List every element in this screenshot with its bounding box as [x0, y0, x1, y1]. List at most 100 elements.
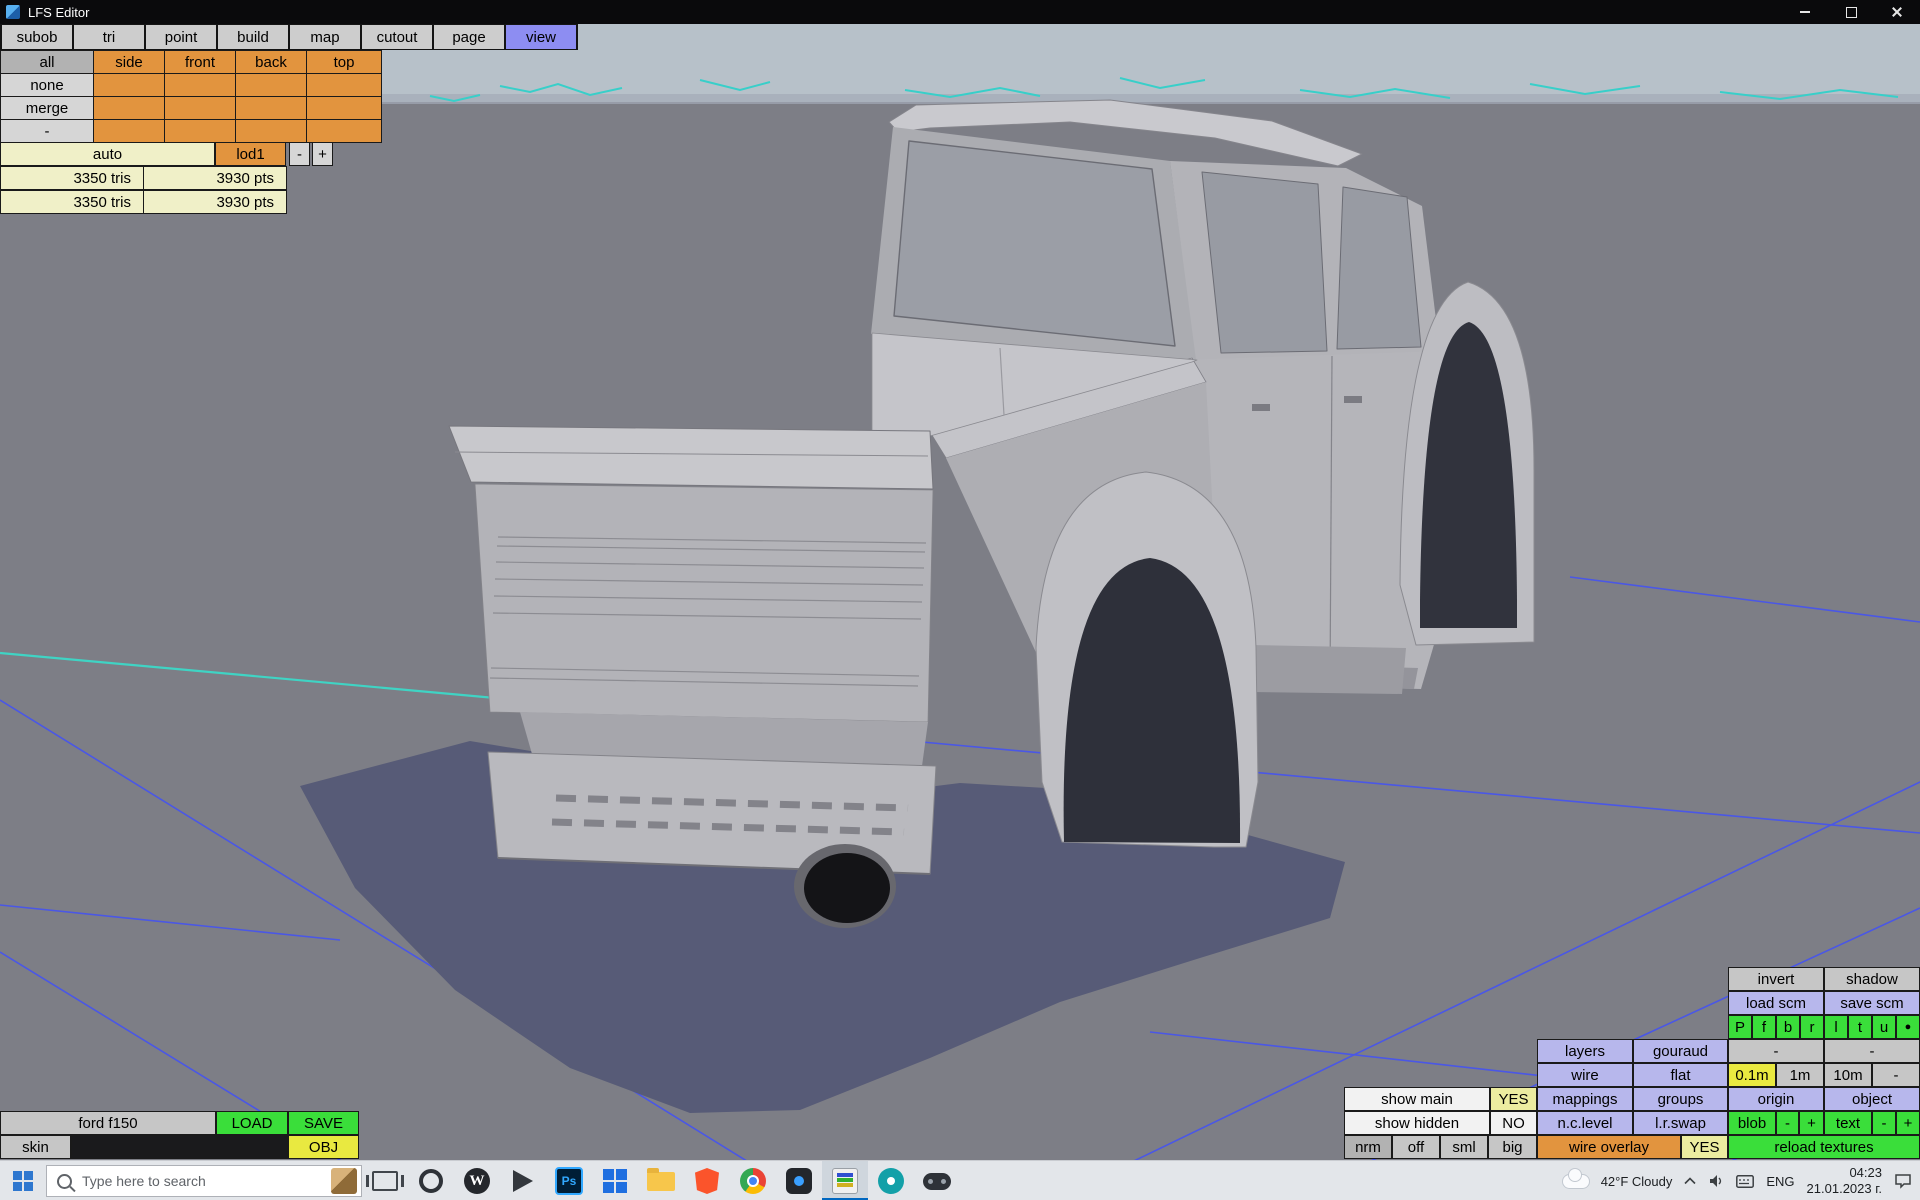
show-main-button[interactable]: show main	[1344, 1087, 1490, 1111]
taskbar-app-brave[interactable]	[684, 1161, 730, 1200]
lr-swap-button[interactable]: l.r.swap	[1633, 1111, 1728, 1135]
task-view-button[interactable]	[362, 1161, 408, 1200]
origin-button[interactable]: origin	[1728, 1087, 1824, 1111]
lod-minus-button[interactable]: -	[289, 142, 310, 166]
tab-page[interactable]: page	[434, 25, 504, 49]
big-button[interactable]: big	[1488, 1135, 1537, 1159]
mappings-button[interactable]: mappings	[1537, 1087, 1633, 1111]
text-button[interactable]: text	[1824, 1111, 1872, 1135]
nc-level-button[interactable]: n.c.level	[1537, 1111, 1633, 1135]
taskbar-app-tiles[interactable]	[592, 1161, 638, 1200]
lod-auto-button[interactable]: auto	[0, 142, 215, 166]
view-grid-cell[interactable]	[235, 96, 307, 120]
flat-button[interactable]: flat	[1633, 1063, 1728, 1087]
maximize-button[interactable]	[1828, 0, 1874, 24]
view-merge-button[interactable]: merge	[0, 96, 94, 120]
scm-u-button[interactable]: u	[1872, 1015, 1896, 1039]
tab-cutout[interactable]: cutout	[362, 25, 432, 49]
tab-map[interactable]: map	[290, 25, 360, 49]
wire-button[interactable]: wire	[1537, 1063, 1633, 1087]
layers-button[interactable]: layers	[1537, 1039, 1633, 1063]
scm-r-button[interactable]: r	[1800, 1015, 1824, 1039]
weather-text[interactable]: 42°F Cloudy	[1601, 1174, 1673, 1189]
grid-01m-button[interactable]: 0.1m	[1728, 1063, 1776, 1087]
tray-chevron-up-icon[interactable]	[1684, 1177, 1696, 1185]
view-back-button[interactable]: back	[235, 50, 307, 74]
tab-view[interactable]: view	[506, 25, 576, 49]
show-hidden-button[interactable]: show hidden	[1344, 1111, 1490, 1135]
notification-center-icon[interactable]	[1894, 1173, 1912, 1189]
shadow-button[interactable]: shadow	[1824, 967, 1920, 991]
view-top-button[interactable]: top	[306, 50, 382, 74]
grid-dash-button[interactable]: -	[1872, 1063, 1920, 1087]
view-grid-cell[interactable]	[306, 96, 382, 120]
scm-f-button[interactable]: f	[1752, 1015, 1776, 1039]
layers-dash-button[interactable]: -	[1824, 1039, 1920, 1063]
taskbar-app-gamepad[interactable]	[914, 1161, 960, 1200]
grid-10m-button[interactable]: 10m	[1824, 1063, 1872, 1087]
sml-button[interactable]: sml	[1440, 1135, 1488, 1159]
show-hidden-value[interactable]: NO	[1490, 1111, 1537, 1135]
wire-overlay-button[interactable]: wire overlay	[1537, 1135, 1681, 1159]
scm-b-button[interactable]: b	[1776, 1015, 1800, 1039]
volume-icon[interactable]	[1708, 1173, 1724, 1189]
tab-point[interactable]: point	[146, 25, 216, 49]
save-button[interactable]: SAVE	[288, 1111, 359, 1135]
taskbar-app-lfs-editor[interactable]	[822, 1161, 868, 1200]
touch-keyboard-icon[interactable]	[1736, 1174, 1754, 1188]
scm-t-button[interactable]: t	[1848, 1015, 1872, 1039]
off-button[interactable]: off	[1392, 1135, 1440, 1159]
taskbar-app-w[interactable]: W	[454, 1161, 500, 1200]
tab-build[interactable]: build	[218, 25, 288, 49]
object-button[interactable]: object	[1824, 1087, 1920, 1111]
scm-p-button[interactable]: P	[1728, 1015, 1752, 1039]
view-front-button[interactable]: front	[164, 50, 236, 74]
scm-dot-button[interactable]: ●	[1896, 1015, 1920, 1039]
view-grid-cell[interactable]	[306, 73, 382, 97]
view-grid-cell[interactable]	[235, 119, 307, 143]
groups-button[interactable]: groups	[1633, 1087, 1728, 1111]
taskbar-app-explorer[interactable]	[638, 1161, 684, 1200]
search-input[interactable]	[80, 1172, 323, 1190]
scm-l-button[interactable]: l	[1824, 1015, 1848, 1039]
taskbar-app-photoshop[interactable]: Ps	[546, 1161, 592, 1200]
show-main-value[interactable]: YES	[1490, 1087, 1537, 1111]
close-button[interactable]	[1874, 0, 1920, 24]
lod-plus-button[interactable]: +	[312, 142, 333, 166]
reload-textures-button[interactable]: reload textures	[1728, 1135, 1920, 1159]
taskbar-app-angular[interactable]	[500, 1161, 546, 1200]
gouraud-button[interactable]: gouraud	[1633, 1039, 1728, 1063]
view-dash-button[interactable]: -	[0, 119, 94, 143]
view-grid-cell[interactable]	[306, 119, 382, 143]
view-side-button[interactable]: side	[93, 50, 165, 74]
grid-1m-button[interactable]: 1m	[1776, 1063, 1824, 1087]
minimize-button[interactable]	[1782, 0, 1828, 24]
search-highlight-thumbnail[interactable]	[331, 1168, 357, 1194]
lod1-button[interactable]: lod1	[215, 142, 286, 166]
load-scm-button[interactable]: load scm	[1728, 991, 1824, 1015]
start-button[interactable]	[0, 1161, 46, 1200]
blob-button[interactable]: blob	[1728, 1111, 1776, 1135]
blob-minus-button[interactable]: -	[1776, 1111, 1799, 1135]
view-grid-cell[interactable]	[93, 73, 165, 97]
taskbar-app-chrome[interactable]	[730, 1161, 776, 1200]
model-name-button[interactable]: ford f150	[0, 1111, 216, 1135]
taskbar-search[interactable]	[46, 1165, 362, 1197]
text-plus-button[interactable]: +	[1896, 1111, 1920, 1135]
invert-button[interactable]: invert	[1728, 967, 1824, 991]
save-scm-button[interactable]: save scm	[1824, 991, 1920, 1015]
nrm-button[interactable]: nrm	[1344, 1135, 1392, 1159]
skin-button[interactable]: skin	[0, 1135, 71, 1159]
view-grid-cell[interactable]	[93, 96, 165, 120]
taskbar-app-round-dark[interactable]	[408, 1161, 454, 1200]
tab-tri[interactable]: tri	[74, 25, 144, 49]
taskbar-app-darkblue[interactable]	[776, 1161, 822, 1200]
view-grid-cell[interactable]	[93, 119, 165, 143]
tab-subob[interactable]: subob	[2, 25, 72, 49]
view-grid-cell[interactable]	[164, 96, 236, 120]
view-grid-cell[interactable]	[164, 73, 236, 97]
layers-dash-button[interactable]: -	[1728, 1039, 1824, 1063]
language-indicator[interactable]: ENG	[1766, 1174, 1794, 1189]
load-button[interactable]: LOAD	[216, 1111, 288, 1135]
view-none-button[interactable]: none	[0, 73, 94, 97]
